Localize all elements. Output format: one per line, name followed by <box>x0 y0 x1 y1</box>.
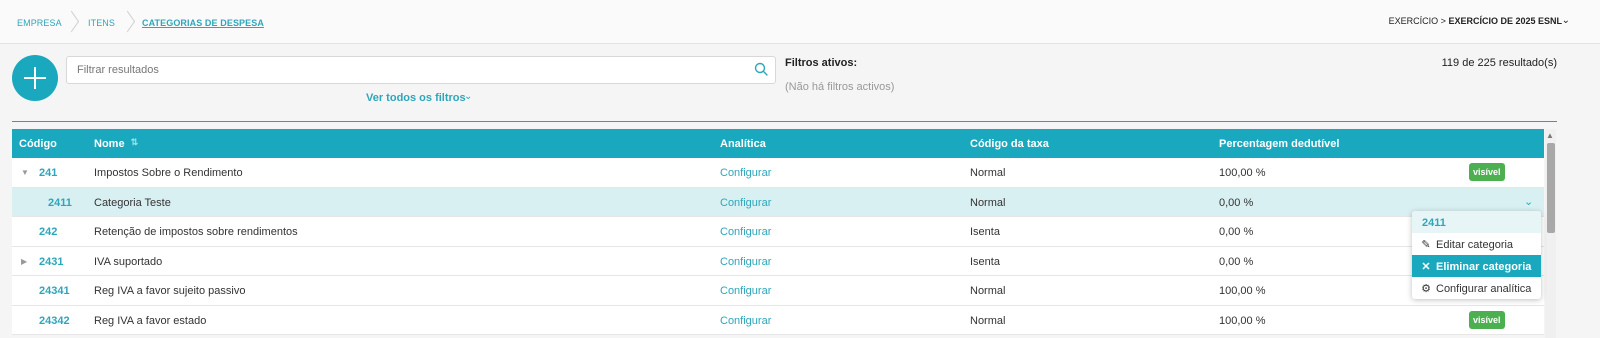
search-icon[interactable] <box>754 62 768 76</box>
column-header-name-label: Nome <box>94 138 125 150</box>
row-tax-code: Normal <box>970 314 1006 327</box>
row-name: Retenção de impostos sobre rendimentos <box>94 226 298 238</box>
scroll-up-arrow-icon[interactable]: ▲ <box>1546 131 1554 140</box>
table-row[interactable]: ▶ 2431 IVA suportado Configurar Isenta 0… <box>12 246 1544 276</box>
add-button[interactable] <box>12 55 58 101</box>
configure-analytic-link[interactable]: Configurar <box>720 167 771 179</box>
configure-analytic-link[interactable]: Configurar <box>720 315 771 327</box>
row-deductible: 100,00 % <box>1219 314 1266 327</box>
edit-category-menu-item[interactable]: ✎ Editar categoria <box>1412 233 1541 255</box>
breadcrumb-categorias[interactable]: CATEGORIAS DE DESPESA <box>142 18 264 28</box>
edit-icon: ✎ <box>1421 239 1431 251</box>
collapsed-caret-icon[interactable]: ▶ <box>21 257 27 266</box>
active-filters-title: Filtros ativos: <box>785 57 858 69</box>
row-code[interactable]: 242 <box>39 226 57 238</box>
visible-badge: visível <box>1469 310 1505 329</box>
gear-icon: ⚙ <box>1421 283 1431 295</box>
breadcrumb-separator <box>68 12 76 34</box>
configure-analytic-link[interactable]: Configurar <box>720 197 771 209</box>
row-tax-code: Isenta <box>970 226 1000 238</box>
row-name: Reg IVA a favor estado <box>94 314 207 327</box>
table-row[interactable]: ▼ 241 Impostos Sobre o Rendimento Config… <box>12 158 1544 188</box>
expanded-caret-icon[interactable]: ▼ <box>21 168 29 177</box>
breadcrumb-empresa[interactable]: EMPRESA <box>17 18 62 28</box>
column-header-analytic[interactable]: Analítica <box>720 138 766 150</box>
row-deductible: 0,00 % <box>1219 196 1254 209</box>
edit-category-label: Editar categoria <box>1436 239 1514 251</box>
delete-category-label: Eliminar categoria <box>1436 261 1532 273</box>
close-icon: ✕ <box>1421 261 1431 273</box>
table-row[interactable]: 24342 Reg IVA a favor estado Configurar … <box>12 305 1544 335</box>
context-menu-title: 2411 <box>1412 211 1541 233</box>
exercise-prefix: EXERCÍCIO > <box>1388 16 1446 26</box>
table-row[interactable]: 24341 Reg IVA a favor sujeito passivo Co… <box>12 276 1544 306</box>
row-deductible: 100,00 % <box>1219 167 1266 179</box>
row-name: Impostos Sobre o Rendimento <box>94 167 243 179</box>
header: EMPRESA ITENS CATEGORIAS DE DESPESA EXER… <box>0 0 1600 44</box>
configure-analytic-link[interactable]: Configurar <box>720 226 771 238</box>
table-row[interactable]: 242 Retenção de impostos sobre rendiment… <box>12 217 1544 247</box>
categories-table: Código Nome ⇅ Analítica Código da taxa Pe… <box>12 129 1544 335</box>
row-context-menu: 2411 ✎ Editar categoria ✕ Eliminar categor… <box>1412 211 1541 299</box>
scrollbar-thumb[interactable] <box>1547 143 1555 233</box>
row-tax-code: Normal <box>970 167 1006 179</box>
row-code[interactable]: 2411 <box>48 197 72 209</box>
configure-analytic-label: Configurar analítica <box>1436 283 1532 295</box>
column-header-deductible[interactable]: Percentagem dedutível <box>1219 138 1339 150</box>
row-deductible: 0,00 % <box>1219 226 1254 238</box>
configure-analytic-link[interactable]: Configurar <box>720 256 771 268</box>
table-row-selected[interactable]: 2411 Categoria Teste Configurar Normal 0… <box>12 187 1544 217</box>
search-input[interactable] <box>66 56 776 84</box>
divider <box>12 121 1557 122</box>
row-tax-code: Isenta <box>970 255 1000 268</box>
results-count: 119 de 225 resultado(s) <box>1441 57 1557 69</box>
configure-analytic-link[interactable]: Configurar <box>720 285 771 297</box>
table-header: Código Nome ⇅ Analítica Código da taxa Pe… <box>12 129 1544 158</box>
exercise-selector[interactable]: EXERCÍCIO > EXERCÍCIO DE 2025 ESNL <box>1389 16 1562 26</box>
all-filters-link[interactable]: Ver todos os filtros <box>366 92 466 104</box>
visible-badge: visível <box>1469 163 1505 181</box>
row-tax-code: Normal <box>970 285 1006 297</box>
sort-icon[interactable]: ⇅ <box>131 137 139 148</box>
row-name: Reg IVA a favor sujeito passivo <box>94 285 246 297</box>
breadcrumb-separator <box>124 12 132 34</box>
row-code[interactable]: 2431 <box>39 256 63 268</box>
column-header-code[interactable]: Código <box>19 138 57 150</box>
column-header-tax-code[interactable]: Código da taxa <box>970 138 1049 150</box>
row-deductible: 0,00 % <box>1219 255 1254 268</box>
configure-analytic-menu-item[interactable]: ⚙ Configurar analítica <box>1412 277 1541 299</box>
delete-category-menu-item[interactable]: ✕ Eliminar categoria <box>1412 255 1541 277</box>
row-deductible: 100,00 % <box>1219 285 1266 297</box>
row-actions-chevron-icon[interactable]: ⌄ <box>1524 195 1533 208</box>
row-name: IVA suportado <box>94 255 163 268</box>
column-header-name[interactable]: Nome ⇅ <box>94 137 139 150</box>
row-name: Categoria Teste <box>94 196 171 209</box>
active-filters-empty: (Não há filtros activos) <box>785 81 895 93</box>
row-code[interactable]: 241 <box>39 167 57 179</box>
chevron-down-icon[interactable]: ⌄ <box>464 91 472 102</box>
row-code[interactable]: 24341 <box>39 285 70 297</box>
row-code[interactable]: 24342 <box>39 315 70 327</box>
row-tax-code: Normal <box>970 196 1006 209</box>
exercise-value: EXERCÍCIO DE 2025 ESNL <box>1448 16 1562 26</box>
breadcrumb-itens[interactable]: ITENS <box>88 18 115 28</box>
chevron-down-icon[interactable]: ⌄ <box>1562 15 1570 26</box>
